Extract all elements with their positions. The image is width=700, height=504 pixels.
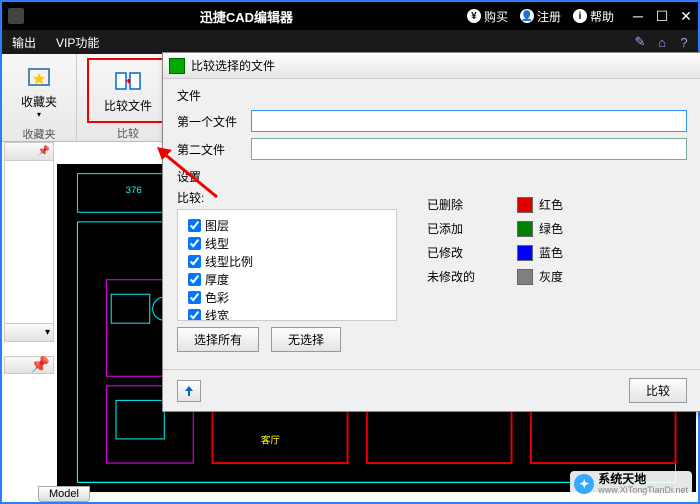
chevron-down-icon[interactable]: ▾ — [45, 327, 50, 338]
minimize-button[interactable]: ─ — [626, 6, 650, 26]
menu-vip[interactable]: VIP功能 — [46, 30, 109, 54]
up-button[interactable] — [177, 380, 201, 402]
check-item-label: 厚度 — [205, 271, 229, 288]
svg-text:客厅: 客厅 — [261, 435, 281, 447]
deleted-color-name: 红色 — [539, 196, 563, 213]
watermark: ✦ 系统天地 www.XiTongTianDi.net — [570, 471, 692, 498]
help-button[interactable]: i 帮助 — [569, 8, 618, 25]
compare-items-list: 图层线型线型比例厚度色彩线宽几何体数据 — [177, 209, 397, 321]
watermark-logo-icon: ✦ — [574, 474, 594, 494]
check-item[interactable]: 线型 — [188, 235, 386, 252]
files-section-label: 文件 — [177, 87, 687, 104]
unchanged-swatch[interactable] — [517, 269, 533, 285]
checkbox[interactable] — [188, 237, 201, 250]
added-label: 已添加 — [427, 220, 517, 237]
unchanged-label: 未修改的 — [427, 268, 517, 285]
menubar: 输出 VIP功能 ✎ ⌂ ? — [2, 30, 698, 54]
model-tab[interactable]: Model — [38, 486, 90, 502]
checkbox[interactable] — [188, 219, 201, 232]
second-file-input[interactable] — [251, 138, 687, 160]
pin-icon[interactable]: 📌 — [30, 355, 50, 375]
side-panel-2: 📌 — [4, 356, 54, 378]
yen-icon: ¥ — [467, 9, 481, 23]
check-item[interactable]: 图层 — [188, 217, 386, 234]
check-item-label: 线宽 — [205, 307, 229, 321]
checkbox[interactable] — [188, 255, 201, 268]
register-button[interactable]: 👤 注册 — [516, 8, 565, 25]
check-item-label: 线型 — [205, 235, 229, 252]
check-item[interactable]: 厚度 — [188, 271, 386, 288]
checkbox[interactable] — [188, 309, 201, 321]
check-item-label: 线型比例 — [205, 253, 253, 270]
dialog-titlebar: 比较选择的文件 — [163, 53, 700, 79]
second-file-label: 第二文件 — [177, 141, 251, 158]
compare-files-button[interactable]: 比较文件 — [95, 62, 161, 119]
menu-output[interactable]: 输出 — [2, 30, 46, 54]
compare-label: 比较: — [177, 189, 397, 206]
favorites-icon — [25, 63, 53, 91]
close-button[interactable]: ✕ — [674, 6, 698, 26]
checkbox[interactable] — [188, 291, 201, 304]
chevron-down-icon: ▾ — [37, 110, 41, 119]
modified-label: 已修改 — [427, 244, 517, 261]
panel-body — [5, 161, 53, 323]
added-swatch[interactable] — [517, 221, 533, 237]
settings-label: 设置 — [177, 168, 687, 185]
watermark-line2: www.XiTongTianDi.net — [598, 486, 688, 496]
style-icon[interactable]: ✎ — [632, 34, 648, 50]
svg-text:376: 376 — [126, 185, 142, 196]
modified-color-name: 蓝色 — [539, 244, 563, 261]
info-icon: i — [573, 9, 587, 23]
check-item-label: 色彩 — [205, 289, 229, 306]
ribbon-group-label: 比较 — [117, 123, 139, 144]
compare-dialog: 比较选择的文件 文件 第一个文件 第二文件 设置 比较: 图层线型线型比例厚度色… — [162, 52, 700, 412]
favorites-button[interactable]: 收藏夹 ▾ — [12, 58, 66, 124]
unchanged-color-name: 灰度 — [539, 268, 563, 285]
check-item-label: 图层 — [205, 217, 229, 234]
compare-icon — [114, 67, 142, 95]
select-all-button[interactable]: 选择所有 — [177, 327, 259, 352]
check-item[interactable]: 线型比例 — [188, 253, 386, 270]
buy-button[interactable]: ¥ 购买 — [463, 8, 512, 25]
app-title: 迅捷CAD编辑器 — [30, 7, 463, 26]
deleted-label: 已删除 — [427, 196, 517, 213]
first-file-label: 第一个文件 — [177, 113, 251, 130]
help-icon[interactable]: ? — [676, 34, 692, 50]
home-icon[interactable]: ⌂ — [654, 34, 670, 50]
maximize-button[interactable]: ☐ — [650, 6, 674, 26]
user-icon: 👤 — [520, 9, 534, 23]
pin-icon[interactable]: 📌 — [38, 146, 50, 157]
deselect-button[interactable]: 无选择 — [271, 327, 341, 352]
titlebar: 迅捷CAD编辑器 ¥ 购买 👤 注册 i 帮助 ─ ☐ ✕ — [2, 2, 698, 30]
check-item[interactable]: 线宽 — [188, 307, 386, 321]
deleted-swatch[interactable] — [517, 197, 533, 213]
ribbon-group-favorites: 收藏夹 ▾ 收藏夹 — [2, 54, 77, 141]
first-file-input[interactable] — [251, 110, 687, 132]
app-icon — [8, 8, 24, 24]
checkbox[interactable] — [188, 273, 201, 286]
check-item[interactable]: 色彩 — [188, 289, 386, 306]
modified-swatch[interactable] — [517, 245, 533, 261]
dialog-title: 比较选择的文件 — [191, 57, 275, 74]
side-panel: 📌 ▾ — [4, 142, 54, 342]
added-color-name: 绿色 — [539, 220, 563, 237]
highlight-box: 比较文件 — [87, 58, 169, 123]
dialog-icon — [169, 58, 185, 74]
compare-button[interactable]: 比较 — [629, 378, 687, 403]
